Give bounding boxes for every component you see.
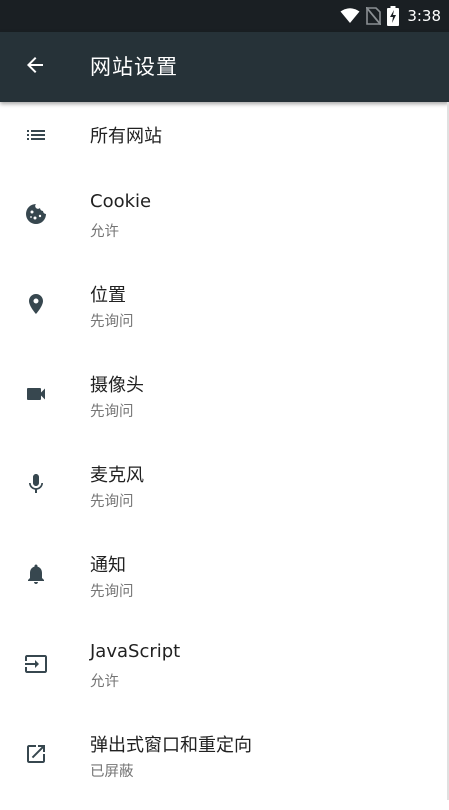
mic-icon	[23, 471, 49, 497]
status-time: 3:38	[407, 7, 441, 25]
settings-row-label: Cookie	[90, 191, 152, 212]
settings-row-status: 先询问	[90, 404, 134, 420]
open-in-new-icon	[23, 741, 49, 767]
no-sim-icon	[366, 7, 382, 25]
settings-row-notifications[interactable]: 通知 先询问	[0, 540, 449, 630]
settings-row-label: 摄像头	[90, 375, 144, 396]
settings-row-status: 允许	[90, 674, 119, 690]
javascript-input-icon	[23, 651, 49, 677]
cookie-icon	[23, 201, 49, 227]
arrow-back-icon	[23, 53, 47, 81]
settings-row-status: 先询问	[90, 584, 134, 600]
settings-row-status: 先询问	[90, 494, 134, 510]
settings-row-label: 麦克风	[90, 465, 144, 486]
settings-row-javascript[interactable]: JavaScript 允许	[0, 630, 449, 720]
settings-row-popups[interactable]: 弹出式窗口和重定向 已屏蔽	[0, 720, 449, 810]
wifi-icon	[340, 8, 360, 24]
status-icons: 3:38	[340, 0, 441, 32]
settings-row-microphone[interactable]: 麦克风 先询问	[0, 450, 449, 540]
settings-row-location[interactable]: 位置 先询问	[0, 270, 449, 360]
back-button[interactable]	[20, 52, 50, 82]
settings-row-status: 先询问	[90, 314, 134, 330]
battery-charging-icon	[387, 6, 400, 26]
settings-row-status: 已屏蔽	[90, 764, 134, 780]
app-bar: 网站设置	[0, 32, 449, 102]
settings-row-cookie[interactable]: Cookie 允许	[0, 180, 449, 270]
settings-row-all-sites[interactable]: 所有网站	[0, 102, 449, 168]
location-pin-icon	[23, 291, 49, 317]
settings-row-label: JavaScript	[90, 641, 181, 662]
settings-row-label: 通知	[90, 555, 126, 576]
settings-row-label: 所有网站	[90, 126, 162, 147]
settings-row-label: 弹出式窗口和重定向	[90, 735, 252, 756]
status-bar: 3:38	[0, 0, 449, 32]
bell-icon	[23, 561, 49, 587]
settings-row-status: 允许	[90, 224, 119, 240]
page-title: 网站设置	[90, 55, 178, 79]
videocam-icon	[23, 381, 49, 407]
settings-row-camera[interactable]: 摄像头 先询问	[0, 360, 449, 450]
list-icon	[23, 122, 49, 148]
settings-row-label: 位置	[90, 285, 126, 306]
